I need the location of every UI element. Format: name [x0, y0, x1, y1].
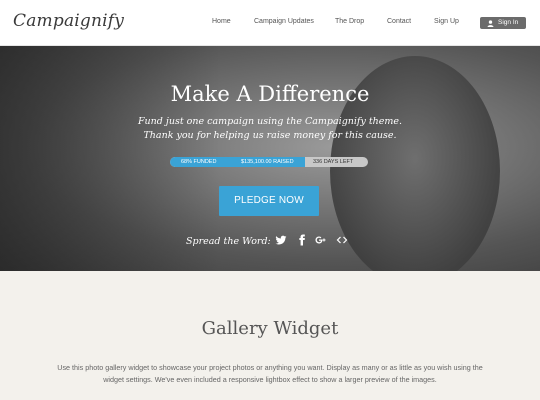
hero-subtitle-line-1: Fund just one campaign using the Campaig…	[137, 116, 403, 127]
days-left-stat: 336 DAYS LEFT	[313, 159, 354, 165]
facebook-icon[interactable]	[296, 234, 308, 246]
nav-home[interactable]: Home	[212, 18, 231, 25]
hero-banner: Make A Difference Fund just one campaign…	[0, 46, 540, 271]
site-logo[interactable]: Campaignify	[13, 11, 124, 31]
twitter-icon[interactable]	[275, 234, 287, 246]
user-icon	[487, 20, 494, 27]
sign-in-label: Sign In	[498, 19, 519, 26]
gallery-widget-description: Use this photo gallery widget to showcas…	[57, 363, 483, 384]
gallery-widget-title: Gallery Widget	[201, 318, 339, 339]
nav-contact[interactable]: Contact	[387, 18, 411, 25]
share-label: Spread the Word:	[186, 236, 271, 247]
funded-stat: 68% FUNDED	[181, 159, 217, 165]
raised-stat: $135,100.00 RAISED	[241, 159, 294, 165]
embed-code-icon[interactable]	[336, 234, 348, 246]
pledge-now-button[interactable]: PLEDGE NOW	[219, 186, 319, 216]
nav-the-drop[interactable]: The Drop	[335, 18, 364, 25]
nav-sign-up[interactable]: Sign Up	[434, 18, 459, 25]
nav-campaign-updates[interactable]: Campaign Updates	[254, 18, 314, 25]
site-header: Campaignify Home Campaign Updates The Dr…	[0, 0, 540, 46]
google-plus-icon[interactable]	[315, 234, 327, 246]
hero-subtitle-line-2: Thank you for helping us raise money for…	[143, 130, 397, 141]
sign-in-button[interactable]: Sign In	[480, 17, 526, 29]
hero-title: Make A Difference	[170, 82, 370, 106]
